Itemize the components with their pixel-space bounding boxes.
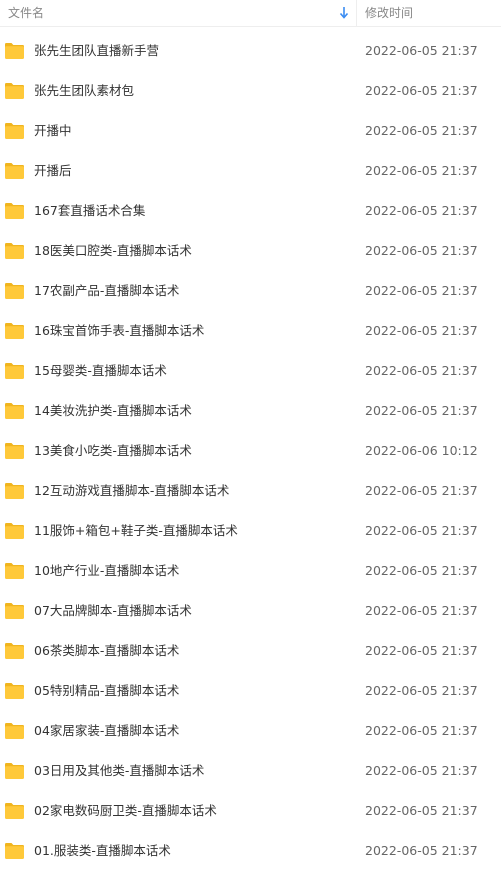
modified-date: 2022-06-06 10:12 bbox=[365, 443, 478, 458]
folder-icon bbox=[5, 323, 24, 339]
folder-row[interactable]: 11服饰+箱包+鞋子类-直播脚本话术 2022-06-05 21:37 bbox=[0, 511, 501, 551]
folder-icon bbox=[5, 603, 24, 619]
folder-row[interactable]: 17农副产品-直播脚本话术 2022-06-05 21:37 bbox=[0, 271, 501, 311]
folder-name[interactable]: 03日用及其他类-直播脚本话术 bbox=[34, 751, 204, 791]
folder-icon bbox=[5, 243, 24, 259]
modified-date: 2022-06-05 21:37 bbox=[365, 563, 478, 578]
sort-down-arrow-icon[interactable] bbox=[338, 6, 350, 20]
folder-name[interactable]: 张先生团队直播新手营 bbox=[34, 31, 159, 71]
modified-date: 2022-06-05 21:37 bbox=[365, 123, 478, 138]
modified-date: 2022-06-05 21:37 bbox=[365, 843, 478, 858]
folder-icon bbox=[5, 403, 24, 419]
folder-icon bbox=[5, 563, 24, 579]
folder-name[interactable]: 开播后 bbox=[34, 151, 72, 191]
modified-date: 2022-06-05 21:37 bbox=[365, 643, 478, 658]
folder-row[interactable]: 03日用及其他类-直播脚本话术 2022-06-05 21:37 bbox=[0, 751, 501, 791]
modified-date: 2022-06-05 21:37 bbox=[365, 723, 478, 738]
modified-date: 2022-06-05 21:37 bbox=[365, 403, 478, 418]
modified-date: 2022-06-05 21:37 bbox=[365, 483, 478, 498]
modified-date: 2022-06-05 21:37 bbox=[365, 603, 478, 618]
folder-name[interactable]: 16珠宝首饰手表-直播脚本话术 bbox=[34, 311, 204, 351]
modified-date: 2022-06-05 21:37 bbox=[365, 203, 478, 218]
folder-name[interactable]: 11服饰+箱包+鞋子类-直播脚本话术 bbox=[34, 511, 238, 551]
folder-name[interactable]: 01.服装类-直播脚本话术 bbox=[34, 831, 171, 871]
folder-name[interactable]: 12互动游戏直播脚本-直播脚本话术 bbox=[34, 471, 229, 511]
modified-date: 2022-06-05 21:37 bbox=[365, 803, 478, 818]
folder-icon bbox=[5, 803, 24, 819]
modified-date: 2022-06-05 21:37 bbox=[365, 323, 478, 338]
folder-row[interactable]: 02家电数码厨卫类-直播脚本话术 2022-06-05 21:37 bbox=[0, 791, 501, 831]
folder-icon bbox=[5, 723, 24, 739]
folder-name[interactable]: 06茶类脚本-直播脚本话术 bbox=[34, 631, 179, 671]
folder-name[interactable]: 167套直播话术合集 bbox=[34, 191, 145, 231]
folder-icon bbox=[5, 43, 24, 59]
folder-row[interactable]: 167套直播话术合集 2022-06-05 21:37 bbox=[0, 191, 501, 231]
modified-date: 2022-06-05 21:37 bbox=[365, 83, 478, 98]
folder-icon bbox=[5, 843, 24, 859]
column-header: 文件名 修改时间 bbox=[0, 0, 501, 27]
modified-date: 2022-06-05 21:37 bbox=[365, 363, 478, 378]
folder-icon bbox=[5, 283, 24, 299]
folder-icon bbox=[5, 643, 24, 659]
folder-name[interactable]: 02家电数码厨卫类-直播脚本话术 bbox=[34, 791, 217, 831]
folder-icon bbox=[5, 763, 24, 779]
folder-row[interactable]: 开播中 2022-06-05 21:37 bbox=[0, 111, 501, 151]
folder-icon bbox=[5, 123, 24, 139]
folder-row[interactable]: 张先生团队素材包 2022-06-05 21:37 bbox=[0, 71, 501, 111]
folder-name[interactable]: 14美妆洗护类-直播脚本话术 bbox=[34, 391, 192, 431]
folder-icon bbox=[5, 83, 24, 99]
folder-row[interactable]: 15母婴类-直播脚本话术 2022-06-05 21:37 bbox=[0, 351, 501, 391]
folder-icon bbox=[5, 443, 24, 459]
modified-date: 2022-06-05 21:37 bbox=[365, 43, 478, 58]
modified-column-header[interactable]: 修改时间 bbox=[365, 5, 413, 21]
folder-name[interactable]: 开播中 bbox=[34, 111, 72, 151]
folder-row[interactable]: 12互动游戏直播脚本-直播脚本话术 2022-06-05 21:37 bbox=[0, 471, 501, 511]
folder-row[interactable]: 16珠宝首饰手表-直播脚本话术 2022-06-05 21:37 bbox=[0, 311, 501, 351]
folder-row[interactable]: 01.服装类-直播脚本话术 2022-06-05 21:37 bbox=[0, 831, 501, 871]
folder-row[interactable]: 04家居家装-直播脚本话术 2022-06-05 21:37 bbox=[0, 711, 501, 751]
modified-date: 2022-06-05 21:37 bbox=[365, 243, 478, 258]
folder-row[interactable]: 05特别精品-直播脚本话术 2022-06-05 21:37 bbox=[0, 671, 501, 711]
modified-date: 2022-06-05 21:37 bbox=[365, 763, 478, 778]
folder-row[interactable]: 06茶类脚本-直播脚本话术 2022-06-05 21:37 bbox=[0, 631, 501, 671]
folder-row[interactable]: 10地产行业-直播脚本话术 2022-06-05 21:37 bbox=[0, 551, 501, 591]
modified-date: 2022-06-05 21:37 bbox=[365, 163, 478, 178]
folder-name[interactable]: 10地产行业-直播脚本话术 bbox=[34, 551, 179, 591]
folder-row[interactable]: 07大品牌脚本-直播脚本话术 2022-06-05 21:37 bbox=[0, 591, 501, 631]
folder-icon bbox=[5, 363, 24, 379]
modified-date: 2022-06-05 21:37 bbox=[365, 523, 478, 538]
folder-name[interactable]: 18医美口腔类-直播脚本话术 bbox=[34, 231, 192, 271]
folder-name[interactable]: 07大品牌脚本-直播脚本话术 bbox=[34, 591, 192, 631]
folder-row[interactable]: 18医美口腔类-直播脚本话术 2022-06-05 21:37 bbox=[0, 231, 501, 271]
folder-icon bbox=[5, 483, 24, 499]
folder-name[interactable]: 张先生团队素材包 bbox=[34, 71, 134, 111]
name-column-header[interactable]: 文件名 bbox=[8, 5, 44, 21]
folder-row[interactable]: 14美妆洗护类-直播脚本话术 2022-06-05 21:37 bbox=[0, 391, 501, 431]
file-list: 文件名 修改时间 张先生团队直播新手营 2022-06-05 21:37 张先生团队… bbox=[0, 0, 501, 870]
folder-name[interactable]: 04家居家装-直播脚本话术 bbox=[34, 711, 179, 751]
folder-row[interactable]: 开播后 2022-06-05 21:37 bbox=[0, 151, 501, 191]
folder-name[interactable]: 05特别精品-直播脚本话术 bbox=[34, 671, 179, 711]
file-rows: 张先生团队直播新手营 2022-06-05 21:37 张先生团队素材包 2022-0… bbox=[0, 31, 501, 871]
modified-date: 2022-06-05 21:37 bbox=[365, 283, 478, 298]
modified-date: 2022-06-05 21:37 bbox=[365, 683, 478, 698]
folder-icon bbox=[5, 163, 24, 179]
folder-name[interactable]: 15母婴类-直播脚本话术 bbox=[34, 351, 167, 391]
folder-icon bbox=[5, 523, 24, 539]
folder-name[interactable]: 17农副产品-直播脚本话术 bbox=[34, 271, 179, 311]
folder-icon bbox=[5, 683, 24, 699]
folder-row[interactable]: 13美食小吃类-直播脚本话术 2022-06-06 10:12 bbox=[0, 431, 501, 471]
folder-icon bbox=[5, 203, 24, 219]
column-divider[interactable] bbox=[356, 0, 357, 26]
folder-row[interactable]: 张先生团队直播新手营 2022-06-05 21:37 bbox=[0, 31, 501, 71]
folder-name[interactable]: 13美食小吃类-直播脚本话术 bbox=[34, 431, 192, 471]
